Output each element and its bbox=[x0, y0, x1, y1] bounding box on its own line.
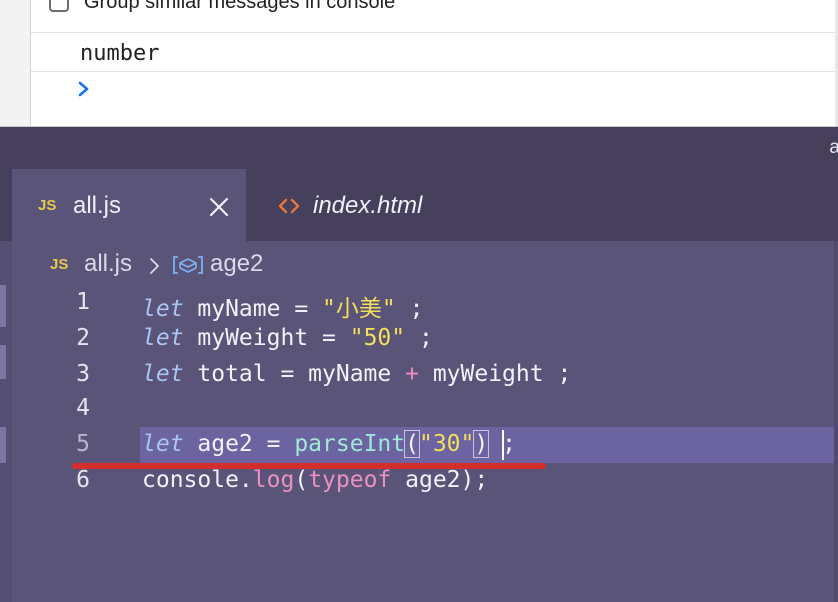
tab-label: all.js bbox=[73, 192, 122, 219]
code-editor[interactable]: JS all.js age2 1 let myName = "小美" ; 2 l… bbox=[0, 241, 838, 602]
keyword-token: let bbox=[142, 431, 184, 457]
editor-title-bar: a bbox=[0, 127, 838, 169]
code-token: age2 = bbox=[183, 431, 295, 457]
line-number: 1 bbox=[76, 289, 90, 315]
group-similar-checkbox[interactable] bbox=[49, 0, 69, 12]
line-number: 3 bbox=[76, 361, 90, 387]
close-icon[interactable] bbox=[208, 196, 230, 218]
code-line[interactable]: 2 let myWeight = "50" ; bbox=[0, 321, 838, 357]
keyword-token: let bbox=[142, 361, 184, 387]
line-number: 4 bbox=[76, 395, 90, 421]
html-file-icon bbox=[278, 198, 300, 214]
line-number: 5 bbox=[76, 431, 90, 457]
breadcrumb-symbol[interactable]: age2 bbox=[210, 250, 263, 278]
code-line[interactable]: 6 console.log(typeof age2); bbox=[0, 463, 838, 499]
code-token: age2); bbox=[391, 467, 489, 493]
variable-symbol-icon bbox=[173, 256, 203, 274]
editor-scrollbar[interactable] bbox=[834, 241, 838, 602]
code-token: ; bbox=[395, 296, 424, 322]
text-cursor bbox=[502, 430, 504, 460]
string-token: "30" bbox=[418, 431, 475, 457]
console-panel: Group similar messages in console number bbox=[30, 0, 838, 126]
function-token: log bbox=[252, 467, 295, 493]
code-text: let age2 = parseInt("30") ; bbox=[142, 430, 516, 458]
line-number: 6 bbox=[76, 467, 90, 493]
tab-all-js[interactable]: JS all.js bbox=[12, 169, 246, 241]
js-file-icon: JS bbox=[38, 197, 57, 214]
code-text: let myName = "小美" ; bbox=[142, 289, 423, 323]
keyword-token: typeof bbox=[308, 467, 392, 493]
code-line[interactable]: 4 bbox=[0, 391, 838, 427]
console-output-text: number bbox=[80, 41, 160, 66]
breadcrumb-file[interactable]: all.js bbox=[84, 250, 132, 278]
string-token: "50" bbox=[349, 325, 406, 351]
operator-token: + bbox=[405, 361, 419, 387]
group-similar-label: Group similar messages in console bbox=[84, 0, 396, 13]
function-token: parseInt bbox=[294, 431, 406, 457]
keyword-token: let bbox=[142, 325, 184, 351]
keyword-token: let bbox=[142, 296, 184, 322]
code-text: let myWeight = "50" ; bbox=[142, 325, 433, 351]
code-token: console. bbox=[142, 467, 253, 493]
string-token: "小美" bbox=[322, 296, 396, 322]
chevron-right-icon bbox=[150, 258, 159, 274]
bracket-match: ) bbox=[473, 430, 490, 458]
code-token: myWeight ; bbox=[418, 361, 572, 387]
tab-label: index.html bbox=[313, 192, 423, 219]
code-token: total = myName bbox=[183, 361, 406, 387]
chevron-right-icon[interactable] bbox=[77, 80, 91, 98]
console-message: number bbox=[31, 33, 838, 72]
code-token: ; bbox=[405, 325, 433, 351]
window-title: a bbox=[829, 137, 838, 158]
code-text: console.log(typeof age2); bbox=[142, 467, 488, 493]
code-line-active[interactable]: 5 let age2 = parseInt("30") ; bbox=[0, 427, 838, 463]
bracket-match: ( bbox=[404, 430, 420, 458]
devtools-console: Group similar messages in console number bbox=[0, 0, 838, 127]
editor-tab-bar: JS all.js index.html bbox=[0, 169, 838, 241]
line-number: 2 bbox=[76, 325, 90, 351]
code-text: let total = myName + myWeight ; bbox=[142, 361, 571, 387]
js-file-icon: JS bbox=[50, 256, 69, 273]
code-line[interactable]: 3 let total = myName + myWeight ; bbox=[0, 357, 838, 393]
code-token: myWeight = bbox=[183, 325, 350, 351]
code-token: myName = bbox=[183, 296, 323, 322]
code-line[interactable]: 1 let myName = "小美" ; bbox=[0, 285, 838, 323]
tab-index-html[interactable]: index.html bbox=[246, 169, 476, 241]
code-token: ( bbox=[294, 467, 309, 493]
group-similar-row[interactable]: Group similar messages in console bbox=[31, 0, 838, 33]
